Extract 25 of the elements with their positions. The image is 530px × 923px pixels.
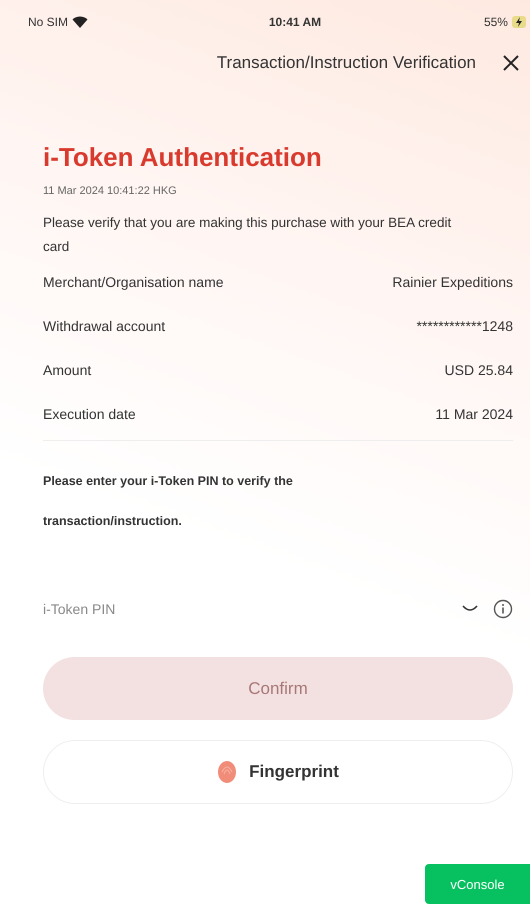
detail-label: Merchant/Organisation name — [43, 273, 224, 292]
detail-label: Execution date — [43, 405, 136, 424]
pin-field[interactable]: i-Token PIN — [43, 591, 447, 627]
closed-eye-icon[interactable] — [461, 604, 479, 614]
fingerprint-button[interactable]: Fingerprint — [43, 740, 513, 804]
page-heading: i-Token Authentication — [43, 142, 323, 173]
battery-percent: 55% — [484, 15, 508, 29]
timestamp: 11 Mar 2024 10:41:22 HKG — [43, 185, 178, 197]
detail-label: Amount — [43, 361, 92, 380]
info-icon[interactable] — [493, 599, 513, 619]
close-button[interactable] — [502, 54, 520, 72]
instruction-text: Please enter your i-Token PIN to verify the transaction/instruction. — [43, 473, 294, 530]
detail-value: ************1248 — [416, 317, 513, 336]
vconsole-button[interactable]: vConsole — [425, 864, 530, 904]
clock-time: 10:41 AM — [268, 15, 322, 29]
detail-value: Rainier Expeditions — [392, 273, 513, 292]
detail-value: USD 25.84 — [444, 361, 513, 380]
battery-icon — [512, 16, 526, 28]
header-title: Transaction/Instruction Verification — [216, 53, 476, 73]
detail-label: Withdrawal account — [43, 317, 166, 336]
detail-value: 11 Mar 2024 — [435, 405, 513, 424]
fingerprint-icon — [217, 760, 238, 784]
wifi-icon — [72, 16, 88, 28]
intro-text: Please verify that you are making this purchase with your BEA credit card — [43, 214, 452, 256]
carrier-label: No SIM — [28, 15, 68, 29]
